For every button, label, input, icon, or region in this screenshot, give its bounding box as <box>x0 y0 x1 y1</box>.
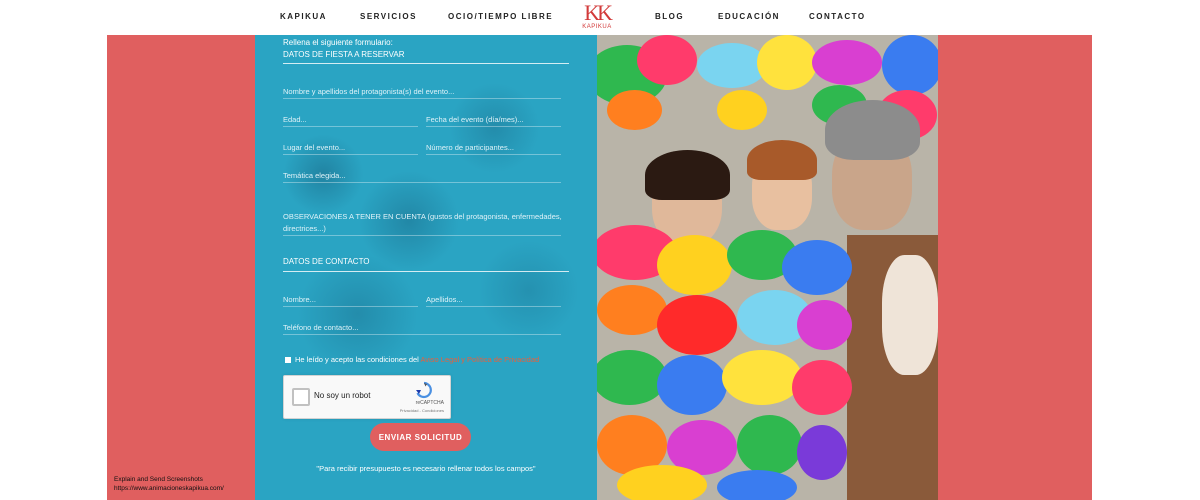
observations-field[interactable]: OBSERVACIONES A TENER EN CUENTA (gustos … <box>283 212 562 221</box>
field-underline <box>283 98 561 99</box>
section-title-contact: DATOS DE CONTACTO <box>283 257 370 266</box>
field-underline <box>283 154 418 155</box>
logo-text: KAPIKUA <box>582 24 612 30</box>
section-title-party: DATOS DE FIESTA A RESERVAR <box>283 50 405 59</box>
watermark-url: https://www.animacioneskapikua.com/ <box>114 485 224 492</box>
observations-field-line2: directrices...) <box>283 224 326 233</box>
recaptcha-checkbox[interactable] <box>292 388 310 406</box>
top-navigation: KAPIKUA SERVICIOS OCIO/TIEMPO LIBRE KK K… <box>107 0 1092 35</box>
consent-text: He leído y acepto las condiciones del Av… <box>295 355 539 364</box>
recaptcha-icon <box>416 381 432 399</box>
logo-mark: KK <box>584 0 613 25</box>
field-underline <box>283 126 418 127</box>
reservation-form-panel: Rellena el siguiente formulario: DATOS D… <box>255 35 597 500</box>
participants-field[interactable]: Número de participantes... <box>426 143 514 152</box>
recaptcha-terms[interactable]: Privacidad - Condiciones <box>400 408 444 413</box>
submit-button[interactable]: ENVIAR SOLICITUD <box>370 423 471 451</box>
nav-item-contacto[interactable]: CONTACTO <box>809 12 866 21</box>
name-field[interactable]: Nombre... <box>283 295 316 304</box>
nav-item-ocio[interactable]: OCIO/TIEMPO LIBRE <box>448 12 553 21</box>
required-fields-note: "Para recibir presupuesto es necesario r… <box>316 464 536 473</box>
nav-item-blog[interactable]: BLOG <box>655 12 684 21</box>
recaptcha-brand: reCAPTCHA <box>415 400 444 406</box>
nav-item-servicios[interactable]: SERVICIOS <box>360 12 417 21</box>
protagonist-field[interactable]: Nombre y apellidos del protagonista(s) d… <box>283 87 454 96</box>
section-divider <box>283 271 569 272</box>
form-intro: Rellena el siguiente formulario: <box>283 38 393 47</box>
section-divider <box>283 63 569 64</box>
event-place-field[interactable]: Lugar del evento... <box>283 143 345 152</box>
recaptcha-widget: No soy un robot reCAPTCHA Privacidad - C… <box>283 375 451 419</box>
balloons-party-photo <box>597 35 938 500</box>
phone-field[interactable]: Teléfono de contacto... <box>283 323 358 332</box>
kapikua-logo[interactable]: KK KAPIKUA <box>578 0 616 31</box>
field-underline <box>283 235 561 236</box>
page-background: KAPIKUA SERVICIOS OCIO/TIEMPO LIBRE KK K… <box>107 0 1092 500</box>
consent-checkbox[interactable] <box>285 357 291 363</box>
age-field[interactable]: Edad... <box>283 115 307 124</box>
field-underline <box>283 334 561 335</box>
watermark-line1: Explain and Send Screenshots <box>114 476 203 483</box>
nav-item-kapikua[interactable]: KAPIKUA <box>280 12 327 21</box>
field-underline <box>426 154 561 155</box>
nav-item-educacion[interactable]: EDUCACIÓN <box>718 12 780 21</box>
field-underline <box>426 126 561 127</box>
surname-field[interactable]: Apellidos... <box>426 295 463 304</box>
privacy-policy-link[interactable]: Aviso Legal y Política de Privacidad <box>421 355 540 364</box>
field-underline <box>283 306 418 307</box>
consent-label: He leído y acepto las condiciones del <box>295 355 419 364</box>
theme-field[interactable]: Temática elegida... <box>283 171 346 180</box>
field-underline <box>426 306 561 307</box>
field-underline <box>283 182 561 183</box>
event-date-field[interactable]: Fecha del evento (día/mes)... <box>426 115 524 124</box>
recaptcha-label: No soy un robot <box>314 391 371 400</box>
